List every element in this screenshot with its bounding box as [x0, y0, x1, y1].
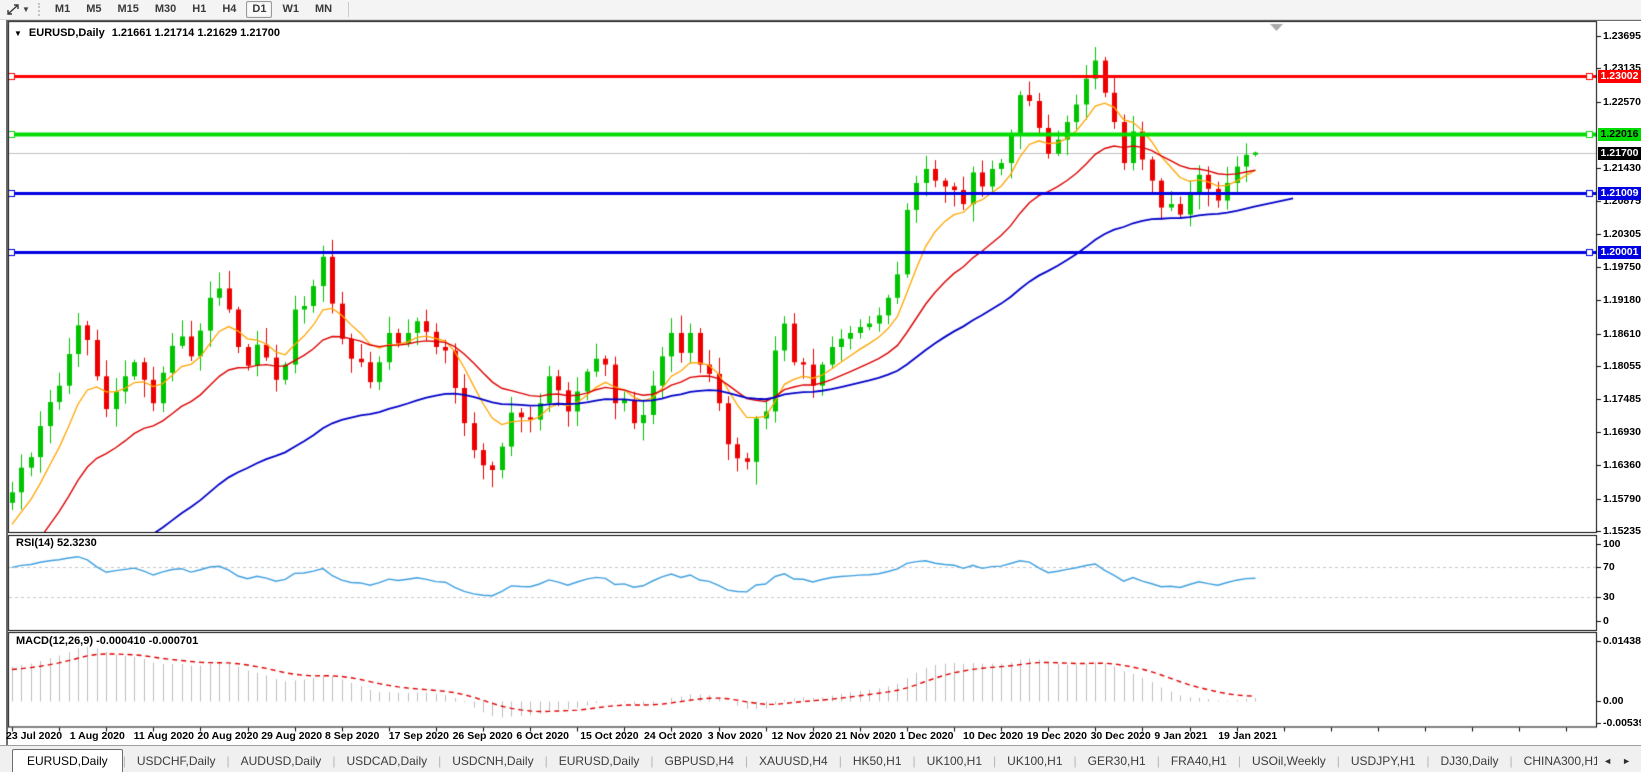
date-axis-label: 1 Aug 2020: [70, 730, 125, 742]
tab-scroll-right-icon[interactable]: ►: [1622, 756, 1631, 766]
chart-tab-usdjpy-h1[interactable]: USDJPY,H1: [1340, 750, 1426, 772]
price-axis-tick-label: 1.15235: [1603, 525, 1641, 537]
timeframe-button-w1[interactable]: W1: [276, 1, 305, 18]
chart-tabs: EURUSD,Daily|USDCHF,Daily|AUDUSD,Daily|U…: [12, 748, 1597, 772]
date-axis-label: 11 Aug 2020: [134, 730, 194, 742]
chart-tab-uk100-h1[interactable]: UK100,H1: [916, 750, 993, 772]
rsi-axis-label: 70: [1603, 561, 1615, 573]
date-axis-label: 24 Oct 2020: [644, 730, 702, 742]
date-axis-label: 17 Sep 2020: [389, 730, 449, 742]
toolbar-grip: [38, 3, 40, 16]
top-toolbar: ▼ M1M5M15 M30H1H4D1W1MN: [0, 0, 1641, 20]
chart-tab-uk100-h1[interactable]: UK100,H1: [996, 750, 1073, 772]
timeframe-button-m1[interactable]: M1: [49, 1, 76, 18]
timeframe-button-h1[interactable]: H1: [186, 1, 212, 18]
chart-ohlc-values: 1.21661 1.21714 1.21629 1.21700: [112, 27, 280, 39]
macd-axis-label: -0.005396: [1603, 717, 1641, 729]
price-axis-tick-label: 1.20305: [1603, 228, 1641, 240]
date-axis-label: 15 Oct 2020: [580, 730, 638, 742]
price-axis-tick-label: 1.19180: [1603, 294, 1641, 306]
rsi-axis-label: 30: [1603, 591, 1615, 603]
price-axis-tick-label: 1.22570: [1603, 96, 1641, 108]
macd-axis-label: 0.00: [1603, 695, 1623, 707]
chart-tab-bar: EURUSD,Daily|USDCHF,Daily|AUDUSD,Daily|U…: [0, 745, 1641, 772]
chart-tab-usdchf-daily[interactable]: USDCHF,Daily: [126, 750, 227, 772]
chart-tab-china300-h1[interactable]: CHINA300,H1: [1513, 750, 1598, 772]
chart-tab-ger30-h1[interactable]: GER30,H1: [1077, 750, 1157, 772]
chart-tab-gbpusd-h4[interactable]: GBPUSD,H4: [654, 750, 745, 772]
rsi-axis-label: 0: [1603, 615, 1609, 627]
date-axis-label: 19 Dec 2020: [1027, 730, 1087, 742]
chart-tab-eurusd-daily[interactable]: EURUSD,Daily: [548, 750, 651, 772]
date-axis-label: 19 Jan 2021: [1218, 730, 1277, 742]
date-axis-label: 23 Jul 2020: [6, 730, 62, 742]
dropdown-arrow-icon[interactable]: ▼: [22, 5, 30, 14]
timeframe-button-m30[interactable]: M30: [149, 1, 182, 18]
hline-price-label: 1.21009: [1598, 187, 1641, 200]
chart-cursor-icon[interactable]: [4, 2, 22, 18]
price-axis-tick-label: 1.18055: [1603, 360, 1641, 372]
date-axis-label: 9 Jan 2021: [1154, 730, 1207, 742]
tab-scroll-arrows: ◄ ►: [1603, 756, 1631, 766]
chart-tab-usdcad-daily[interactable]: USDCAD,Daily: [335, 750, 438, 772]
date-axis-label: 3 Nov 2020: [708, 730, 763, 742]
price-axis-tick-label: 1.21430: [1603, 162, 1641, 174]
price-axis-tick-label: 1.17485: [1603, 393, 1641, 405]
timeframe-button-d1[interactable]: D1: [246, 1, 272, 18]
price-axis-tick-label: 1.18610: [1603, 328, 1641, 340]
chart-symbol-label: EURUSD,Daily: [29, 27, 105, 39]
date-axis-label: 6 Oct 2020: [516, 730, 569, 742]
timeframe-button-mn[interactable]: MN: [309, 1, 338, 18]
symbol-dropdown-icon: ▼: [14, 29, 22, 38]
chart-tab-xauusd-h4[interactable]: XAUUSD,H4: [748, 750, 839, 772]
chart-tab-fra40-h1[interactable]: FRA40,H1: [1160, 750, 1238, 772]
macd-indicator-label: MACD(12,26,9) -0.000410 -0.000701: [16, 635, 198, 647]
rsi-axis-label: 100: [1603, 538, 1621, 550]
date-axis-label: 8 Sep 2020: [325, 730, 379, 742]
date-axis-label: 1 Dec 2020: [899, 730, 953, 742]
date-axis-label: 10 Dec 2020: [963, 730, 1023, 742]
price-axis-tick-label: 1.16930: [1603, 426, 1641, 438]
hline-price-label: 1.20001: [1598, 246, 1641, 259]
date-axis-label: 12 Nov 2020: [772, 730, 833, 742]
price-axis-tick-label: 1.16360: [1603, 459, 1641, 471]
bid-price-label: 1.21700: [1598, 147, 1641, 160]
price-axis-tick-label: 1.15790: [1603, 493, 1641, 505]
chart-tab-audusd-daily[interactable]: AUDUSD,Daily: [230, 750, 333, 772]
chart-tab-hk50-h1[interactable]: HK50,H1: [842, 750, 913, 772]
date-axis-label: 29 Aug 2020: [261, 730, 322, 742]
mt4-window: ▼ M1M5M15 M30H1H4D1W1MN ▼ EURUSD,Daily 1.…: [0, 0, 1641, 772]
chart-tab-eurusd-daily[interactable]: EURUSD,Daily: [12, 749, 123, 772]
timeframe-button-group: M1M5M15 M30H1H4D1W1MN: [47, 1, 340, 18]
toolbar-separator: [348, 2, 349, 17]
timeframe-button-m15[interactable]: M15: [111, 1, 144, 18]
price-axis-tick-label: 1.23695: [1603, 30, 1641, 42]
date-axis-label: 20 Aug 2020: [197, 730, 258, 742]
chart-tab-usoil-weekly[interactable]: USOil,Weekly: [1241, 750, 1337, 772]
chart-canvas[interactable]: [0, 0, 1641, 772]
chart-tab-dj30-daily[interactable]: DJ30,Daily: [1430, 750, 1510, 772]
chart-tab-usdcnh-daily[interactable]: USDCNH,Daily: [441, 750, 544, 772]
date-axis-label: 21 Nov 2020: [835, 730, 896, 742]
rsi-indicator-label: RSI(14) 52.3230: [16, 537, 97, 549]
hline-price-label: 1.22016: [1598, 128, 1641, 141]
chart-title: ▼ EURUSD,Daily 1.21661 1.21714 1.21629 1…: [14, 27, 280, 39]
macd-axis-label: 0.014384: [1603, 635, 1641, 647]
hline-price-label: 1.23002: [1598, 70, 1641, 83]
timeframe-button-h4[interactable]: H4: [216, 1, 242, 18]
price-axis-tick-label: 1.19750: [1603, 261, 1641, 273]
timeframe-button-m5[interactable]: M5: [80, 1, 107, 18]
date-axis-label: 26 Sep 2020: [453, 730, 513, 742]
date-axis-label: 30 Dec 2020: [1091, 730, 1151, 742]
tab-scroll-left-icon[interactable]: ◄: [1603, 756, 1612, 766]
